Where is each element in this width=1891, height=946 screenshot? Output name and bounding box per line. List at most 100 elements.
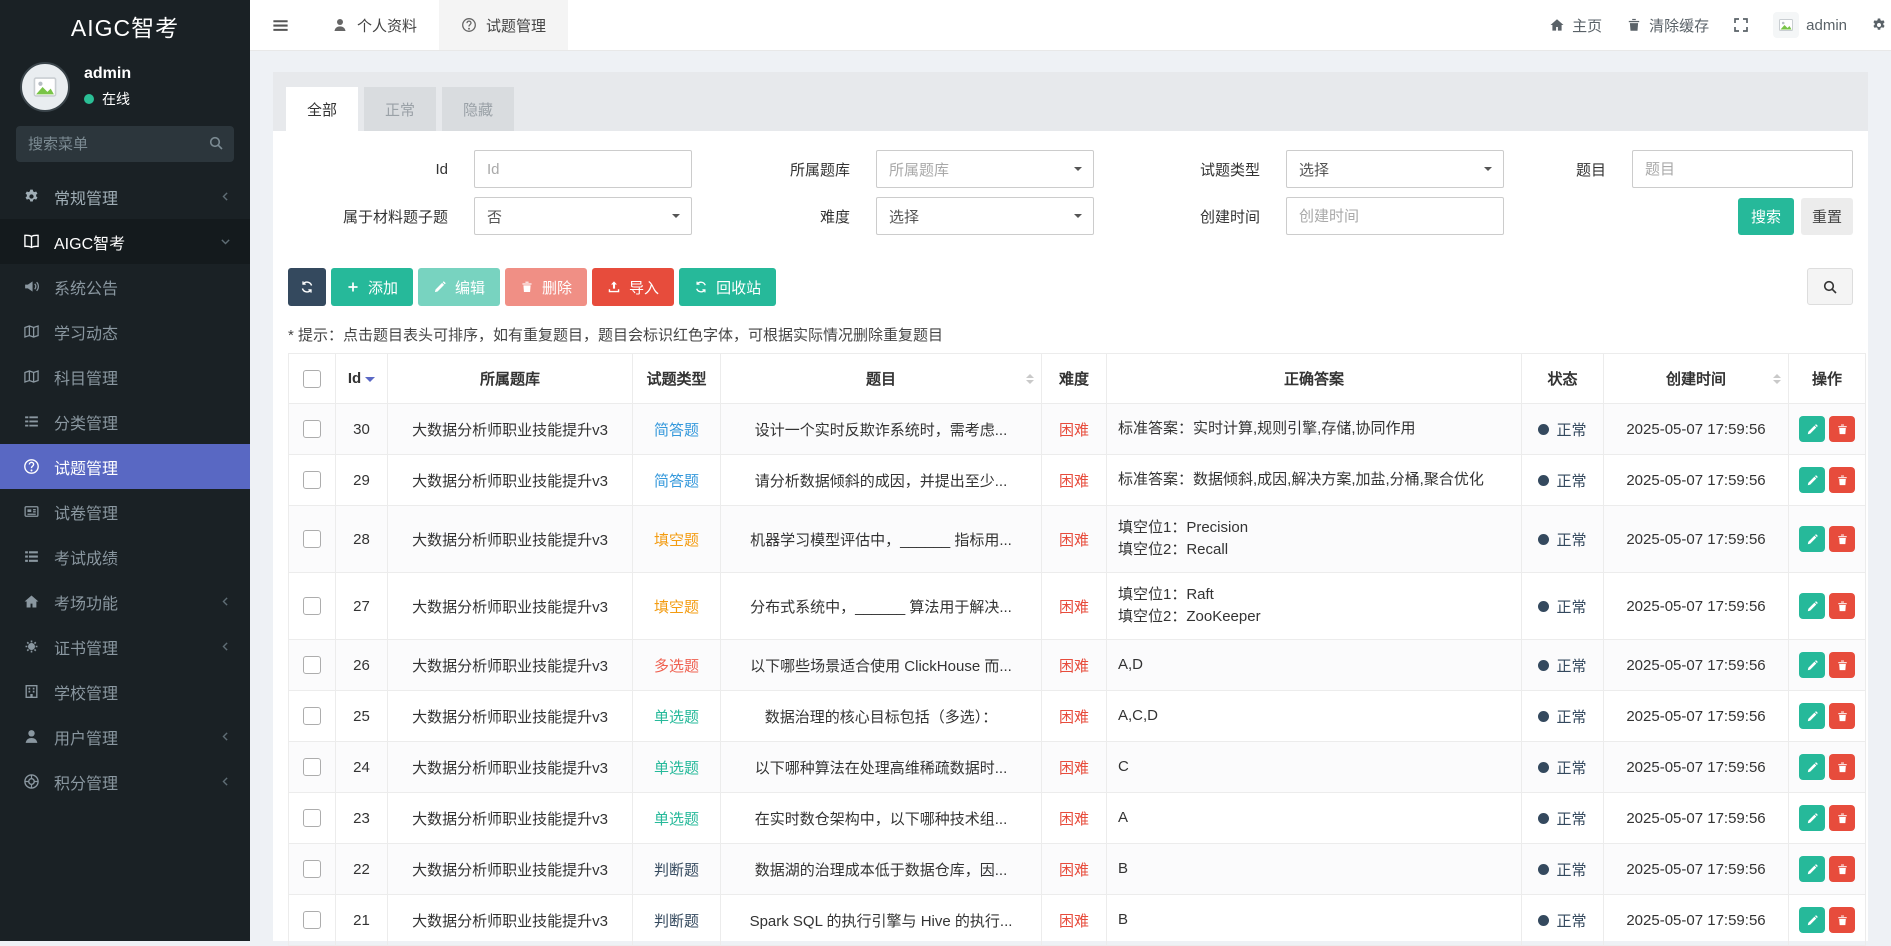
- view-tab-1[interactable]: 正常: [364, 87, 436, 131]
- row-edit-button[interactable]: [1799, 593, 1825, 619]
- row-edit-button[interactable]: [1799, 416, 1825, 442]
- row-delete-button[interactable]: [1829, 467, 1855, 493]
- cell-actions: [1789, 506, 1866, 573]
- row-checkbox[interactable]: [303, 420, 321, 438]
- row-checkbox[interactable]: [303, 707, 321, 725]
- row-delete-button[interactable]: [1829, 416, 1855, 442]
- recycle-button[interactable]: 回收站: [679, 268, 776, 306]
- fullscreen-button[interactable]: [1733, 17, 1749, 33]
- row-delete-button[interactable]: [1829, 907, 1855, 933]
- view-tab-2[interactable]: 隐藏: [442, 87, 514, 131]
- import-button[interactable]: 导入: [592, 268, 674, 306]
- sidebar-item-3[interactable]: 学习动态: [0, 309, 250, 354]
- row-edit-button[interactable]: [1799, 907, 1825, 933]
- filter-select-0-1[interactable]: 所属题库: [876, 150, 1094, 188]
- clear-cache-label: 清除缓存: [1649, 15, 1709, 36]
- answer-text: 填空位1：Raft: [1118, 584, 1513, 606]
- refresh-button[interactable]: [288, 268, 326, 306]
- row-checkbox[interactable]: [303, 758, 321, 776]
- plus-icon: [346, 280, 360, 294]
- row-checkbox[interactable]: [303, 911, 321, 929]
- sidebar-item-6[interactable]: 试题管理: [0, 444, 250, 489]
- topbar-tab-profile[interactable]: 个人资料: [310, 0, 439, 50]
- table-header-row: Id所属题库试题类型题目难度正确答案状态创建时间操作: [289, 354, 1866, 404]
- edit-button[interactable]: 编辑: [418, 268, 500, 306]
- common-search-toggle-button[interactable]: [1807, 268, 1853, 305]
- row-delete-button[interactable]: [1829, 652, 1855, 678]
- cell-id: 22: [336, 844, 388, 895]
- clear-cache-button[interactable]: 清除缓存: [1626, 15, 1709, 36]
- row-delete-button[interactable]: [1829, 856, 1855, 882]
- row-delete-button[interactable]: [1829, 593, 1855, 619]
- sidebar-item-0[interactable]: 常规管理: [0, 174, 250, 219]
- cell-type: 单选题: [633, 691, 721, 742]
- row-edit-button[interactable]: [1799, 526, 1825, 552]
- user-menu[interactable]: admin: [1773, 12, 1847, 38]
- filter-input-0-3[interactable]: [1632, 150, 1853, 188]
- sidebar-item-13[interactable]: 积分管理: [0, 759, 250, 804]
- column-header-创建时间[interactable]: 创建时间: [1604, 354, 1789, 404]
- topbar-tab-question-manage[interactable]: 试题管理: [439, 0, 568, 50]
- row-checkbox[interactable]: [303, 597, 321, 615]
- question-type-label: 填空题: [654, 532, 699, 549]
- settings-button[interactable]: [1871, 17, 1887, 33]
- row-checkbox[interactable]: [303, 809, 321, 827]
- button-label: 回收站: [716, 277, 761, 298]
- row-checkbox[interactable]: [303, 530, 321, 548]
- cell-question: 设计一个实时反欺诈系统时，需考虑...: [721, 404, 1042, 455]
- row-checkbox[interactable]: [303, 656, 321, 674]
- filter-select-1-0[interactable]: 否: [474, 197, 692, 235]
- sort-icon: [1026, 370, 1034, 388]
- sidebar-item-2[interactable]: 系统公告: [0, 264, 250, 309]
- row-edit-button[interactable]: [1799, 703, 1825, 729]
- row-delete-button[interactable]: [1829, 526, 1855, 552]
- filter-label: 试题类型: [1094, 159, 1286, 180]
- row-edit-button[interactable]: [1799, 467, 1825, 493]
- column-header-checkbox[interactable]: [289, 354, 336, 404]
- column-header-题目[interactable]: 题目: [721, 354, 1042, 404]
- view-tab-0[interactable]: 全部: [286, 87, 358, 131]
- column-header-Id[interactable]: Id: [336, 354, 388, 404]
- chevron-left-icon: [219, 190, 232, 203]
- select-all-checkbox[interactable]: [303, 370, 321, 388]
- filter-input-1-2[interactable]: [1286, 197, 1504, 235]
- status-dot-icon: [1538, 711, 1549, 722]
- answer-text: C: [1118, 756, 1513, 778]
- sidebar-item-11[interactable]: 学校管理: [0, 669, 250, 714]
- table-row: 29大数据分析师职业技能提升v3简答题请分析数据倾斜的成因，并提出至少...困难…: [289, 455, 1866, 506]
- trash-icon: [1836, 600, 1849, 613]
- row-edit-button[interactable]: [1799, 805, 1825, 831]
- delete-button[interactable]: 删除: [505, 268, 587, 306]
- filter-select-0-2[interactable]: 选择: [1286, 150, 1504, 188]
- filter-label: 属于材料题子题: [288, 206, 474, 227]
- sidebar-item-12[interactable]: 用户管理: [0, 714, 250, 759]
- search-button[interactable]: 搜索: [1738, 198, 1794, 235]
- row-edit-button[interactable]: [1799, 652, 1825, 678]
- filter-input-0-0[interactable]: [474, 150, 692, 188]
- question-type-label: 单选题: [654, 709, 699, 726]
- sidebar-item-4[interactable]: 科目管理: [0, 354, 250, 399]
- topbar-tab-label: 个人资料: [357, 15, 417, 36]
- table-row: 23大数据分析师职业技能提升v3单选题在实时数仓架构中，以下哪种技术组...困难…: [289, 793, 1866, 844]
- menu-search-input[interactable]: [16, 126, 234, 162]
- sidebar-item-5[interactable]: 分类管理: [0, 399, 250, 444]
- sidebar-item-1[interactable]: AIGC智考: [0, 219, 250, 264]
- sort-icon: [1773, 370, 1781, 388]
- reset-button[interactable]: 重置: [1801, 198, 1853, 235]
- row-checkbox[interactable]: [303, 471, 321, 489]
- row-checkbox[interactable]: [303, 860, 321, 878]
- sidebar-item-7[interactable]: 试卷管理: [0, 489, 250, 534]
- add-button[interactable]: 添加: [331, 268, 413, 306]
- row-edit-button[interactable]: [1799, 856, 1825, 882]
- filter-select-1-1[interactable]: 选择: [876, 197, 1094, 235]
- menu-toggle-button[interactable]: [250, 0, 310, 50]
- home-button[interactable]: 主页: [1549, 15, 1602, 36]
- sidebar-item-8[interactable]: 考试成绩: [0, 534, 250, 579]
- row-edit-button[interactable]: [1799, 754, 1825, 780]
- row-delete-button[interactable]: [1829, 754, 1855, 780]
- row-delete-button[interactable]: [1829, 703, 1855, 729]
- sidebar-item-10[interactable]: 证书管理: [0, 624, 250, 669]
- row-delete-button[interactable]: [1829, 805, 1855, 831]
- sidebar-item-9[interactable]: 考场功能: [0, 579, 250, 624]
- cell-status: 正常: [1522, 895, 1604, 946]
